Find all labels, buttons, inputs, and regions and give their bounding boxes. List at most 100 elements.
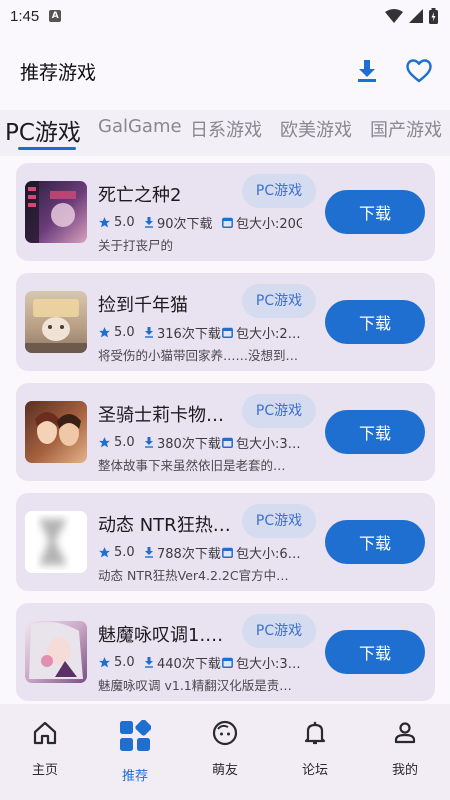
download-count-icon [145,657,153,668]
rating-value: 5.0 [114,545,135,560]
game-meta: 5.0 90次下载 包大小:20G [98,213,302,232]
game-card[interactable]: 动态 NTR狂热… PC游戏 5.0 788次下载 包大小:6… 动态 NTR狂… [16,493,435,591]
package-size: 包大小:3… [236,437,301,452]
game-thumbnail [25,181,87,243]
star-icon [99,217,110,228]
game-card[interactable]: 圣骑士莉卡物… PC游戏 5.0 380次下载 包大小:3… 整体故事下来虽然依… [16,383,435,481]
download-count-icon [145,547,153,558]
download-game-button[interactable]: 下载 [325,410,425,454]
rating-value: 5.0 [114,435,135,450]
game-title: 动态 NTR狂热… [98,515,231,536]
nav-label: 我的 [391,763,418,778]
notification-a-icon: A [49,10,62,22]
download-game-button[interactable]: 下载 [325,190,425,234]
game-card[interactable]: 魅魔咏叹调1.… PC游戏 5.0 440次下载 包大小:3… 魅魔咏叹调 v1… [16,603,435,701]
package-icon [222,547,233,558]
person-icon [394,722,416,744]
game-meta: 5.0 440次下载 包大小:3… [98,653,302,672]
nav-recommend[interactable]: 推荐 [90,704,180,800]
platform-badge: PC游戏 [242,174,316,208]
game-description: 关于打丧尸的 [98,238,174,253]
home-icon [33,721,57,745]
package-icon [222,437,233,448]
download-game-button[interactable]: 下载 [325,300,425,344]
category-tabs: PC游戏 GalGame 日系游戏 欧美游戏 国产游戏 [0,110,450,156]
download-game-button[interactable]: 下载 [325,520,425,564]
game-card[interactable]: 死亡之种2 PC游戏 5.0 90次下载 包大小:20G 关于打丧尸的 下载 [16,163,435,261]
star-icon [99,657,110,668]
package-size: 包大小:20G [236,217,302,232]
download-game-button[interactable]: 下载 [325,630,425,674]
grid-icon [120,720,151,751]
game-card[interactable]: 捡到千年猫 PC游戏 5.0 316次下载 包大小:2… 将受伤的小猫带回家养…… [16,273,435,371]
package-icon [222,327,233,338]
package-size: 包大小:6… [236,547,301,562]
download-count: 90次下载 [157,217,213,232]
battery-icon [429,8,438,24]
game-meta: 5.0 380次下载 包大小:3… [98,433,302,452]
status-bar: 1:45 A [0,0,450,32]
platform-badge: PC游戏 [242,394,316,428]
rating-value: 5.0 [114,325,135,340]
tab-western-games[interactable]: 欧美游戏 [280,116,352,142]
game-title: 死亡之种2 [98,185,182,206]
download-count: 440次下载 [157,657,221,672]
star-icon [99,547,110,558]
nav-friends[interactable]: 萌友 [180,704,270,800]
download-count: 788次下载 [157,547,221,562]
download-button[interactable] [356,59,378,83]
game-description: 魅魔咏叹调 v1.1精翻汉化版是责… [98,678,292,693]
wifi-icon [385,9,403,23]
download-count: 316次下载 [157,327,221,342]
game-thumbnail [25,401,87,463]
game-list[interactable]: 死亡之种2 PC游戏 5.0 90次下载 包大小:20G 关于打丧尸的 下载 捡… [0,156,450,704]
download-count: 380次下载 [157,437,221,452]
star-icon [99,437,110,448]
bottom-nav: 主页 推荐 萌友 论坛 我的 [0,704,450,800]
signal-icon [409,9,423,23]
status-icons [385,8,438,24]
package-icon [222,217,233,228]
tab-japanese-games[interactable]: 日系游戏 [190,116,262,142]
platform-badge: PC游戏 [242,614,316,648]
package-icon [222,657,233,668]
nav-label: 主页 [31,763,58,778]
bell-icon [304,721,326,745]
game-thumbnail [25,291,87,353]
tab-domestic-games[interactable]: 国产游戏 [370,116,442,142]
nav-forum[interactable]: 论坛 [270,704,360,800]
heart-icon [406,59,432,83]
game-meta: 5.0 316次下载 包大小:2… [98,323,302,342]
page-title: 推荐游戏 [20,61,97,84]
tab-indicator [18,147,76,150]
app-bar: 推荐游戏 [0,32,450,110]
game-description: 整体故事下来虽然依旧是老套的… [98,458,286,473]
favorites-button[interactable] [406,59,432,83]
nav-home[interactable]: 主页 [0,704,90,800]
game-title: 魅魔咏叹调1.… [98,625,224,646]
package-size: 包大小:2… [236,327,301,342]
platform-badge: PC游戏 [242,504,316,538]
rating-value: 5.0 [114,655,135,670]
game-description: 动态 NTR狂热Ver4.2.2C官方中… [98,568,289,583]
header-actions [356,59,432,83]
star-icon [99,327,110,338]
nav-me[interactable]: 我的 [360,704,450,800]
download-count-icon [145,437,153,448]
game-thumbnail [25,511,87,573]
tab-galgame[interactable]: GalGame [98,116,182,137]
rating-value: 5.0 [114,215,135,230]
nav-label: 论坛 [301,763,328,778]
face-icon [212,720,238,746]
game-thumbnail [25,621,87,683]
download-count-icon [145,217,153,228]
game-description: 将受伤的小猫带回家养……没想到… [98,348,299,363]
download-icon [358,60,376,82]
package-size: 包大小:3… [236,657,301,672]
nav-label: 萌友 [211,763,238,778]
status-time: 1:45 [10,7,40,25]
game-title: 圣骑士莉卡物… [98,405,224,426]
platform-badge: PC游戏 [242,284,316,318]
game-title: 捡到千年猫 [98,295,188,316]
tab-pc-games[interactable]: PC游戏 [5,113,81,147]
